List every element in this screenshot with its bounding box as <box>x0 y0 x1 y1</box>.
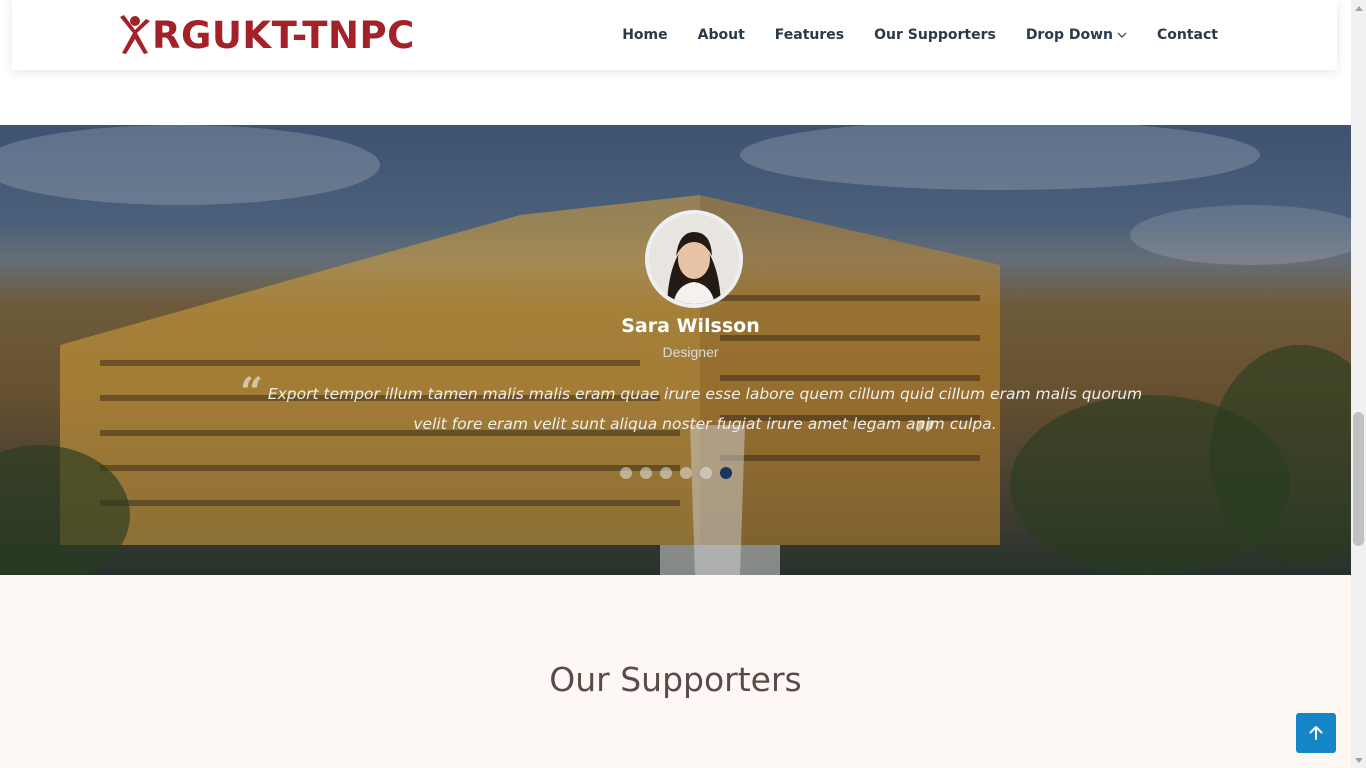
page-scrollbar[interactable] <box>1351 0 1366 768</box>
testimonial-role: Designer <box>662 344 719 360</box>
nav-features-label: Features <box>774 27 845 43</box>
nav-home-label: Home <box>622 27 668 43</box>
nav-our-supporters[interactable]: Our Supporters <box>874 27 996 43</box>
scroll-up-arrow-icon[interactable] <box>1351 0 1366 15</box>
carousel-dot[interactable] <box>700 467 712 479</box>
supporters-section: Our Supporters <box>0 575 1351 768</box>
logo-figure-icon <box>120 15 150 54</box>
carousel-dot[interactable] <box>660 467 672 479</box>
testimonial-name: Sara Wilsson <box>621 315 760 337</box>
nav-about-label: About <box>697 27 745 43</box>
scrollbar-thumb[interactable] <box>1353 412 1364 546</box>
page: RGUKT-TNPC Home About Features Our Suppo… <box>0 0 1351 768</box>
carousel-dot[interactable] <box>620 467 632 479</box>
nav-contact[interactable]: Contact <box>1157 27 1218 43</box>
main-nav: Home About Features Our Supporters Drop … <box>622 0 1218 70</box>
nav-home[interactable]: Home <box>622 27 667 43</box>
carousel-dot[interactable] <box>680 467 692 479</box>
nav-contact-label: Contact <box>1157 27 1218 43</box>
scroll-to-top-button[interactable] <box>1296 713 1336 753</box>
nav-drop-down-label: Drop Down <box>1025 27 1113 43</box>
carousel-pagination <box>620 467 740 479</box>
nav-our-supporters-label: Our Supporters <box>874 27 996 43</box>
carousel-dot[interactable] <box>640 467 652 479</box>
scroll-down-arrow-icon[interactable] <box>1351 753 1366 768</box>
section-title: Our Supporters <box>549 660 802 700</box>
brand-logo[interactable]: RGUKT-TNPC <box>118 10 415 60</box>
testimonial-section: Sara Wilsson Designer “ Export tempor il… <box>0 125 1351 575</box>
carousel-dot-active[interactable] <box>720 467 732 479</box>
testimonial-quote: Export tempor illum tamen malis malis er… <box>267 385 1143 433</box>
brand-name: RGUKT-TNPC <box>152 13 415 57</box>
person-portrait-icon <box>649 214 739 304</box>
quote-close-icon: ” <box>914 413 938 460</box>
nav-about[interactable]: About <box>698 27 745 43</box>
arrow-up-icon <box>1309 726 1323 740</box>
quote-open-icon: “ <box>240 369 264 416</box>
nav-features[interactable]: Features <box>775 27 844 43</box>
chevron-down-icon <box>1117 32 1127 38</box>
nav-drop-down[interactable]: Drop Down <box>1026 27 1127 43</box>
avatar <box>645 210 743 308</box>
site-header: RGUKT-TNPC Home About Features Our Suppo… <box>12 0 1337 70</box>
